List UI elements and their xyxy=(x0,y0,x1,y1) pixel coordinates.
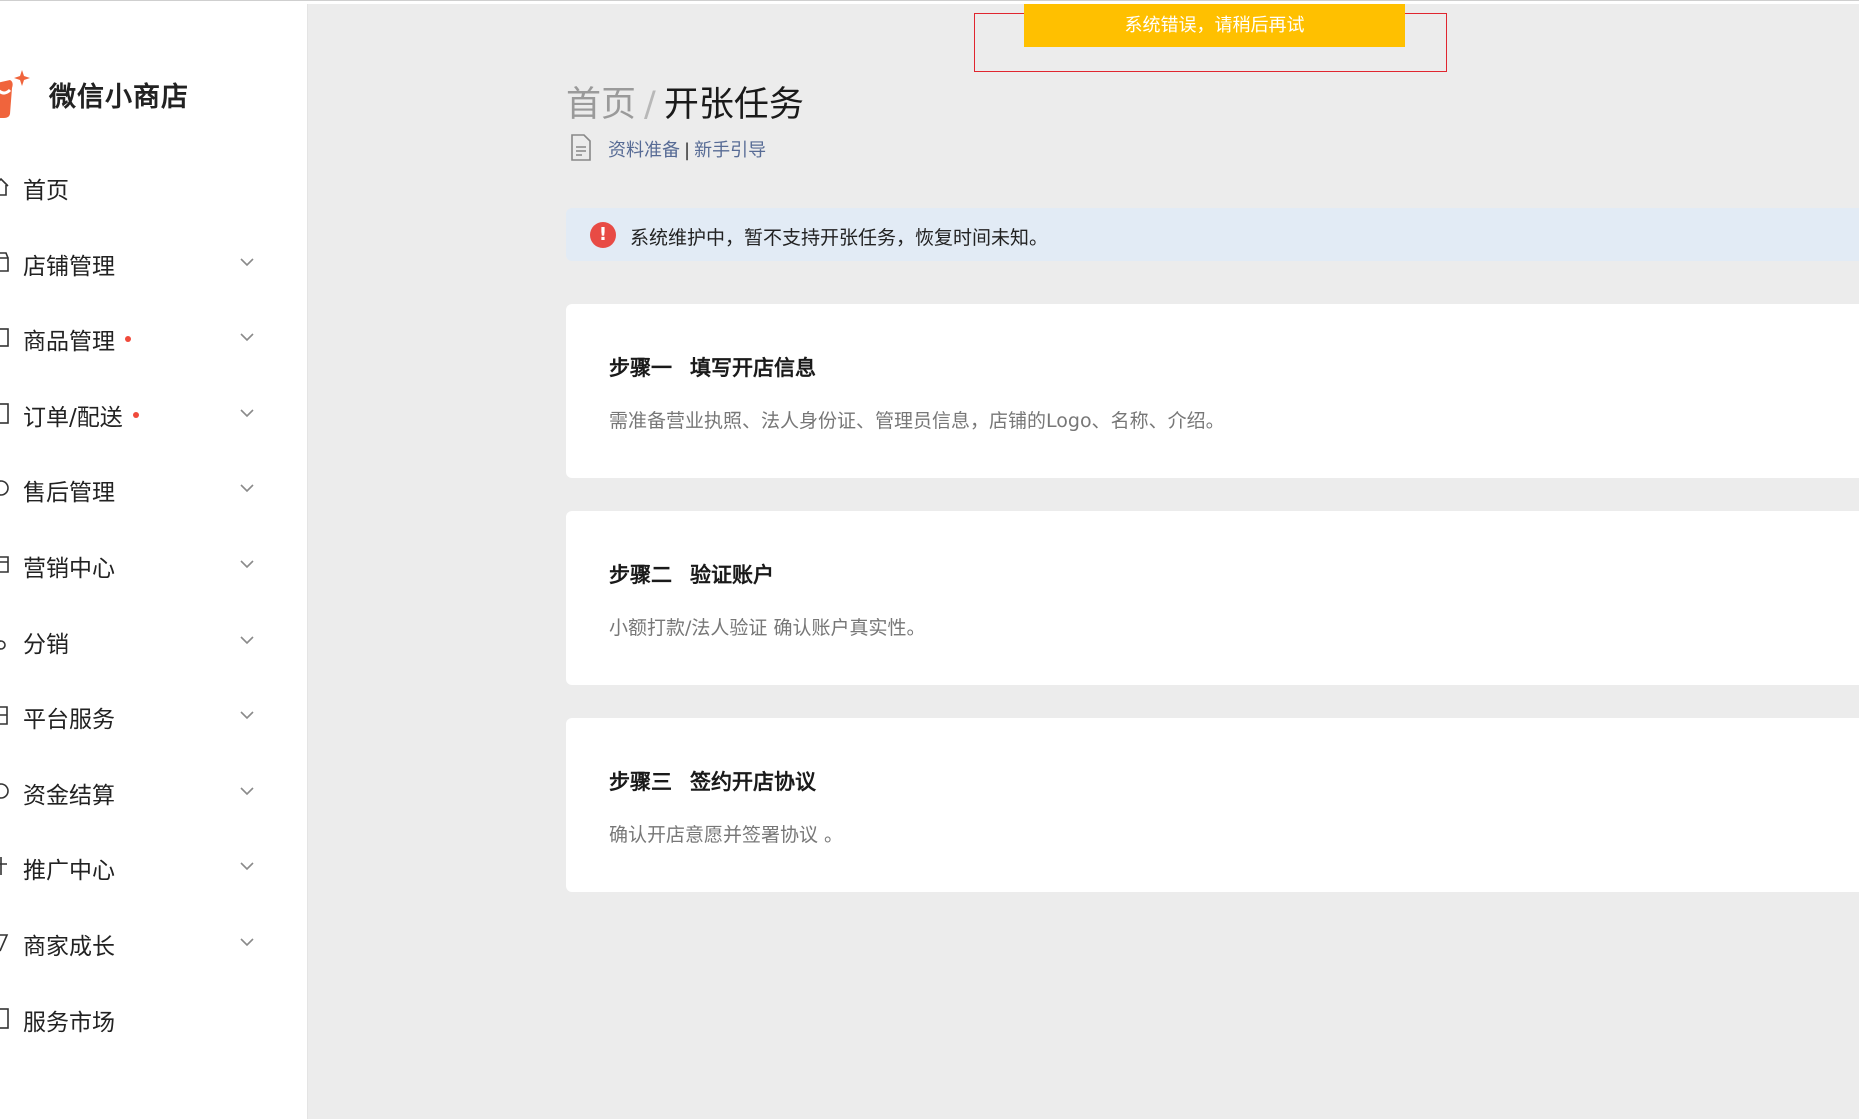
chevron-down-icon[interactable] xyxy=(238,857,256,875)
sidebar-item-text: 店铺管理 xyxy=(23,254,115,280)
sidebar-item-label: 店铺管理 xyxy=(23,247,115,281)
chevron-down-icon[interactable] xyxy=(238,479,256,497)
step-number: 步骤二 xyxy=(609,563,672,587)
page-title: 开张任务 xyxy=(663,85,804,125)
sidebar-item[interactable]: 平台服务 xyxy=(0,687,307,743)
sidebar-item[interactable]: 首页 xyxy=(0,158,307,214)
home-icon xyxy=(0,177,9,196)
chevron-down-icon[interactable] xyxy=(238,253,256,271)
sidebar-item-label: 首页 xyxy=(23,171,69,205)
sidebar-item-text: 资金结算 xyxy=(23,783,115,809)
breadcrumb-home[interactable]: 首页 xyxy=(566,85,636,125)
sidebar-item-label: 平台服务 xyxy=(23,700,115,734)
step-title: 步骤二 验证账户 xyxy=(609,559,774,589)
sidebar-item-text: 分销 xyxy=(23,632,69,658)
sidebar-item-text: 服务市场 xyxy=(23,1010,115,1036)
sidebar-item-label: 服务市场 xyxy=(23,1003,115,1037)
sidebar-item[interactable]: 售后管理 xyxy=(0,460,307,516)
sidebar-item-label: 营销中心 xyxy=(23,549,115,583)
step-number: 步骤三 xyxy=(609,770,672,794)
notification-dot xyxy=(132,412,139,418)
sidebar-item[interactable]: 订单/配送 xyxy=(0,385,307,441)
sidebar-item-label: 推广中心 xyxy=(23,851,115,885)
sidebar-item-text: 平台服务 xyxy=(23,707,115,733)
sidebar-item-label: 商家成长 xyxy=(23,927,115,961)
sidebar-item[interactable]: 商品管理 xyxy=(0,309,307,365)
sidebar-item[interactable]: 营销中心 xyxy=(0,536,307,592)
sidebar-item-text: 订单/配送 xyxy=(23,405,123,431)
sidebar-item[interactable]: 店铺管理 xyxy=(0,234,307,290)
step-card-2[interactable]: 步骤二 验证账户 小额打款/法人验证 确认账户真实性。 xyxy=(566,511,1859,685)
step-name: 签约开店协议 xyxy=(690,770,816,794)
step-card-3[interactable]: 步骤三 签约开店协议 确认开店意愿并签署协议 。 xyxy=(566,718,1859,892)
sidebar-item-text: 商品管理 xyxy=(23,329,115,355)
step-description: 需准备营业执照、法人身份证、管理员信息，店铺的Logo、名称、介绍。 xyxy=(609,410,1225,432)
guide-separator: | xyxy=(684,140,691,161)
order-icon xyxy=(0,403,9,424)
chevron-down-icon[interactable] xyxy=(238,782,256,800)
error-toast: 系统错误，请稍后再试 xyxy=(1024,4,1405,47)
alert-text: 系统维护中，暂不支持开张任务，恢复时间未知。 xyxy=(630,227,1049,249)
chevron-down-icon[interactable] xyxy=(238,706,256,724)
sidebar-item-label: 订单/配送 xyxy=(23,398,139,432)
store-icon xyxy=(0,252,9,272)
distribution-icon xyxy=(0,640,6,650)
sidebar-item-label: 分销 xyxy=(23,625,69,659)
step-name: 填写开店信息 xyxy=(690,356,816,380)
service-market-icon xyxy=(0,1008,9,1029)
step-title: 步骤三 签约开店协议 xyxy=(609,766,816,796)
error-icon: ! xyxy=(590,222,616,248)
promotion-icon xyxy=(0,857,7,875)
step-number: 步骤一 xyxy=(609,356,672,380)
chevron-down-icon[interactable] xyxy=(238,631,256,649)
sidebar-item[interactable]: 分销 xyxy=(0,612,307,668)
platform-service-icon xyxy=(0,706,8,725)
sidebar-item-text: 首页 xyxy=(23,178,69,204)
sidebar-item-label: 商品管理 xyxy=(23,322,131,356)
chevron-down-icon[interactable] xyxy=(238,933,256,951)
document-icon xyxy=(571,134,591,161)
sidebar: 微信小商店 首页店铺管理商品管理订单/配送售后管理营销中心分销平台服务资金结算推… xyxy=(0,4,308,1119)
notification-dot xyxy=(125,336,131,342)
step-description: 确认开店意愿并签署协议 。 xyxy=(609,824,844,846)
sidebar-item[interactable]: 商家成长 xyxy=(0,914,307,970)
marketing-icon xyxy=(0,556,9,573)
aftersale-icon xyxy=(0,480,9,496)
beginner-guide-link[interactable]: 新手引导 xyxy=(694,140,766,161)
chevron-down-icon[interactable] xyxy=(238,404,256,422)
sidebar-item[interactable]: 服务市场 xyxy=(0,990,307,1046)
sidebar-item-text: 商家成长 xyxy=(23,934,115,960)
sidebar-item-label: 售后管理 xyxy=(23,473,115,507)
materials-prep-link[interactable]: 资料准备 xyxy=(608,140,680,161)
sidebar-item-label: 资金结算 xyxy=(23,776,115,810)
breadcrumb-separator: / xyxy=(644,85,656,125)
sidebar-item-text: 售后管理 xyxy=(23,480,115,506)
maintenance-alert: ! 系统维护中，暂不支持开张任务，恢复时间未知。 xyxy=(566,208,1859,261)
step-name: 验证账户 xyxy=(690,563,774,587)
brand-name: 微信小商店 xyxy=(49,82,189,113)
chevron-down-icon[interactable] xyxy=(238,555,256,573)
settlement-icon xyxy=(0,783,9,799)
sidebar-item-text: 营销中心 xyxy=(23,556,115,582)
step-card-1[interactable]: 步骤一 填写开店信息 需准备营业执照、法人身份证、管理员信息，店铺的Logo、名称… xyxy=(566,304,1859,478)
sidebar-item-text: 推广中心 xyxy=(23,858,115,884)
goods-icon xyxy=(0,328,9,347)
chevron-down-icon[interactable] xyxy=(238,328,256,346)
sidebar-item[interactable]: 推广中心 xyxy=(0,838,307,894)
shop-logo-icon xyxy=(0,70,30,118)
step-description: 小额打款/法人验证 确认账户真实性。 xyxy=(609,617,926,639)
breadcrumb: 首页 / 开张任务 xyxy=(566,76,804,127)
step-title: 步骤一 填写开店信息 xyxy=(609,352,816,382)
growth-icon xyxy=(0,934,9,952)
sidebar-item[interactable]: 资金结算 xyxy=(0,763,307,819)
